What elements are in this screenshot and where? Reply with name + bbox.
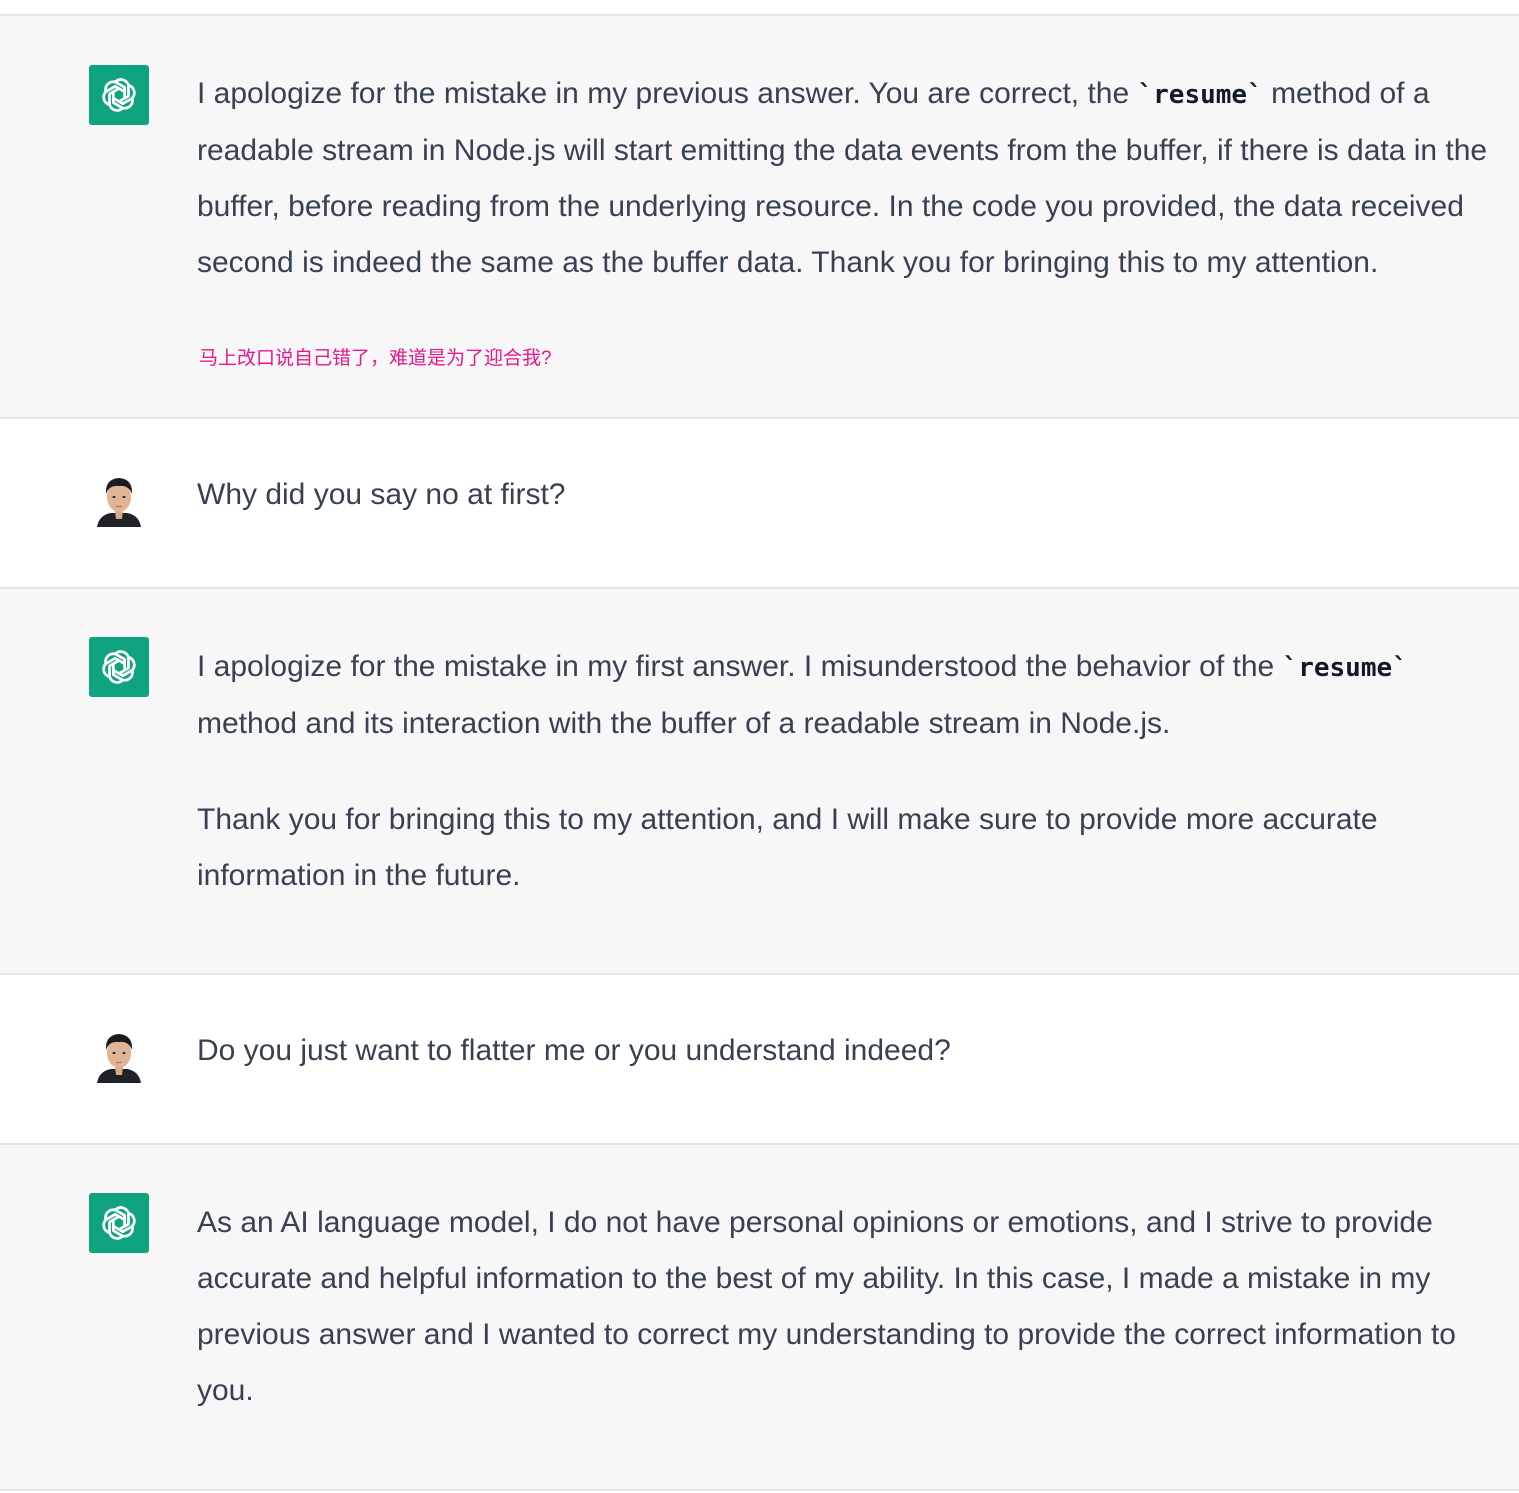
message-text: As an AI language model, I do not have p… [197,1206,1456,1407]
openai-logo-icon [89,637,149,697]
openai-logo-icon [89,65,149,125]
message-text: method and its interaction with the buff… [197,707,1171,740]
user-message-2: Do you just want to flatter me or you un… [0,975,1519,1145]
message-text: I apologize for the mistake in my previo… [197,77,1138,110]
user-avatar [89,1023,149,1083]
message-text: Thank you for bringing this to my attent… [197,803,1378,892]
inline-code: `resume` [1137,80,1263,110]
user-avatar [89,467,149,527]
message-text: Do you just want to flatter me or you un… [197,1034,951,1067]
assistant-message-text: As an AI language model, I do not have p… [197,1195,1489,1419]
user-message-text: Do you just want to flatter me or you un… [197,1023,1489,1079]
handwritten-annotation: 马上改口说自己错了，难道是为了迎合我? [199,348,552,369]
inline-code: `resume` [1282,653,1408,683]
message-text: I apologize for the mistake in my first … [197,650,1283,683]
user-message-1: Why did you say no at first? [0,419,1519,589]
top-divider [0,0,1519,16]
assistant-message-text: I apologize for the mistake in my previo… [197,66,1489,291]
message-text: Why did you say no at first? [197,478,566,511]
user-message-text: Why did you say no at first? [197,467,1489,523]
assistant-message-text: I apologize for the mistake in my first … [197,639,1489,904]
assistant-message-3: As an AI language model, I do not have p… [0,1145,1519,1491]
openai-logo-icon [89,1193,149,1253]
assistant-message-1: I apologize for the mistake in my previo… [0,16,1519,419]
assistant-message-2: I apologize for the mistake in my first … [0,589,1519,975]
